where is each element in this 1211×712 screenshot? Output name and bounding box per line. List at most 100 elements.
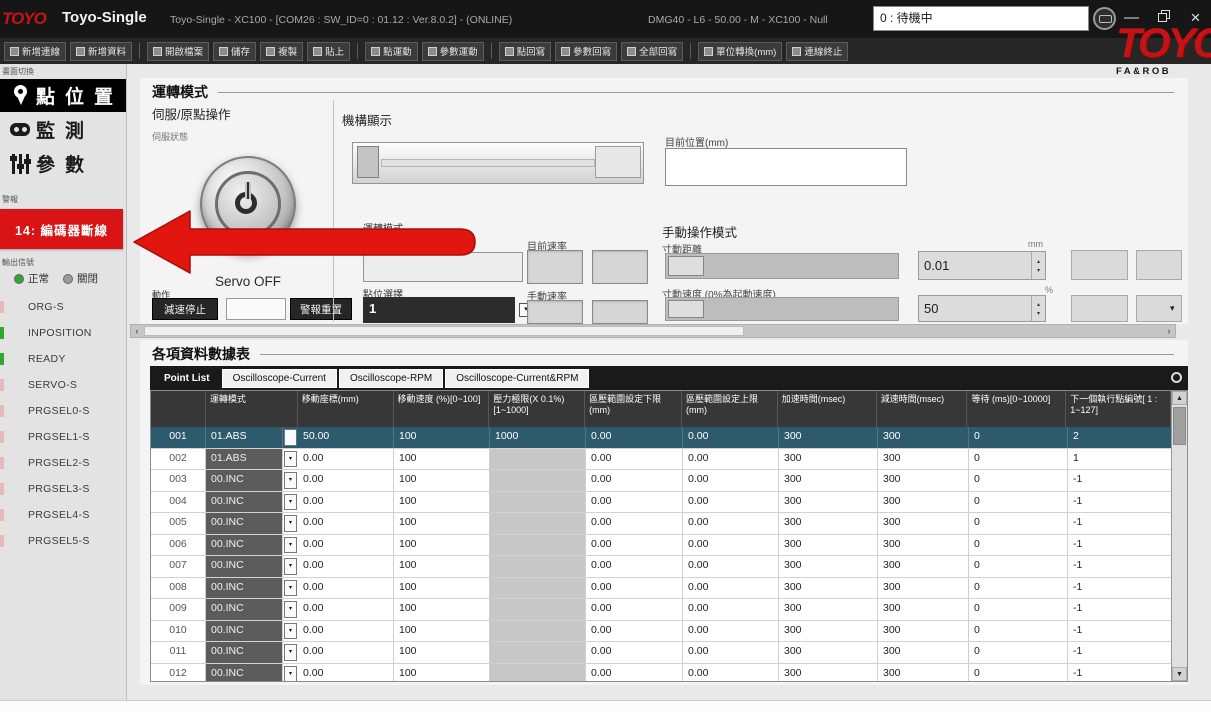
data-cell[interactable]: 0.00 [586,642,683,663]
close-button[interactable]: × [1182,5,1209,30]
data-cell[interactable]: 300 [878,492,969,513]
data-cell[interactable]: 2 [1068,427,1173,448]
mode-cell[interactable]: 00.INC [206,556,283,577]
mode-dropdown-button[interactable]: ▾ [284,472,297,489]
mode-dropdown-button[interactable]: ▾ [284,429,297,446]
mode-cell[interactable]: 00.INC [206,535,283,556]
data-cell[interactable]: 300 [878,642,969,663]
data-cell[interactable]: 300 [878,664,969,683]
message-icon[interactable] [1093,7,1116,30]
data-cell[interactable]: 100 [394,664,490,683]
data-cell[interactable]: 0.00 [298,556,394,577]
toolbar-button-link[interactable]: 新增連線 [4,42,66,61]
data-cell[interactable]: 0.00 [683,599,779,620]
jog-distance-spinner[interactable]: 0.01 ▴▾ [918,251,1046,280]
data-cell[interactable]: 100 [394,599,490,620]
data-cell[interactable]: 300 [779,535,878,556]
data-cell[interactable]: 0.00 [683,621,779,642]
data-cell[interactable]: 0.00 [298,535,394,556]
data-cell[interactable]: 0.00 [683,513,779,534]
mode-cell[interactable]: 01.ABS [206,449,283,470]
data-cell[interactable]: 300 [779,513,878,534]
data-cell[interactable] [490,492,586,513]
table-row[interactable]: 00700.INC▾0.001000.000.003003000-1 [151,556,1187,578]
data-cell[interactable]: 300 [878,556,969,577]
data-cell[interactable]: 300 [779,578,878,599]
table-row[interactable]: 01200.INC▾0.001000.000.003003000-1 [151,664,1187,683]
jog-speed-slider-thumb[interactable] [668,300,704,318]
scroll-left-icon[interactable]: ‹ [131,325,143,337]
data-cell[interactable] [490,513,586,534]
toolbar-button-paste[interactable]: 貼上 [307,42,350,61]
mode-dropdown-button[interactable]: ▾ [284,601,297,618]
toolbar-button-point-write[interactable]: 點回寫 [499,42,552,61]
data-cell[interactable]: -1 [1068,470,1173,491]
mode-dropdown-button[interactable]: ▾ [284,558,297,575]
data-cell[interactable]: 300 [878,427,969,448]
toolbar-button-save[interactable]: 儲存 [213,42,256,61]
data-cell[interactable]: 0 [969,513,1068,534]
data-cell[interactable]: 300 [878,578,969,599]
data-cell[interactable]: 100 [394,556,490,577]
mode-cell[interactable]: 00.INC [206,621,283,642]
mode-cell[interactable]: 00.INC [206,664,283,683]
data-cell[interactable]: 0.00 [683,427,779,448]
chevron-down-icon[interactable]: ▾ [1170,303,1175,314]
mode-cell[interactable]: 00.INC [206,599,283,620]
mode-cell[interactable]: 00.INC [206,470,283,491]
table-row[interactable]: 00900.INC▾0.001000.000.003003000-1 [151,599,1187,621]
table-row[interactable]: 01100.INC▾0.001000.000.003003000-1 [151,642,1187,664]
data-cell[interactable]: 0.00 [298,642,394,663]
jog-speed-slider[interactable] [665,297,899,321]
data-cell[interactable]: 0 [969,578,1068,599]
data-cell[interactable]: 0 [969,599,1068,620]
data-cell[interactable]: 1 [1068,449,1173,470]
data-cell[interactable]: 0.00 [683,556,779,577]
sidebar-item-pin[interactable]: 點位置 [0,79,126,112]
data-cell[interactable]: 100 [394,449,490,470]
toolbar-button-add-data[interactable]: 新增資料 [70,42,132,61]
data-cell[interactable]: 0 [969,449,1068,470]
data-cell[interactable]: 0.00 [683,642,779,663]
data-cell[interactable] [490,621,586,642]
data-cell[interactable] [490,664,586,683]
point-select-dropdown[interactable]: 1 [363,297,515,323]
data-cell[interactable]: 0 [969,621,1068,642]
mode-dropdown-button[interactable]: ▾ [284,666,297,683]
data-cell[interactable]: -1 [1068,535,1173,556]
data-cell[interactable]: 0.00 [298,664,394,683]
table-row[interactable]: 00300.INC▾0.001000.000.003003000-1 [151,470,1187,492]
servo-power-button[interactable] [200,156,296,252]
table-row[interactable]: 00201.ABS▾0.001000.000.0030030001 [151,449,1187,471]
spinner-arrows-icon[interactable]: ▴▾ [1031,252,1045,279]
data-cell[interactable]: 0.00 [586,470,683,491]
toolbar-button-open-folder[interactable]: 開啟檔案 [147,42,209,61]
data-cell[interactable]: -1 [1068,599,1173,620]
data-cell[interactable] [490,535,586,556]
data-cell[interactable]: 0.00 [586,513,683,534]
mode-dropdown-button[interactable]: ▾ [284,644,297,661]
data-cell[interactable]: 0.00 [298,449,394,470]
decel-stop-button[interactable]: 減速停止 [152,298,218,320]
data-cell[interactable]: -1 [1068,642,1173,663]
data-cell[interactable] [490,470,586,491]
data-cell[interactable]: 100 [394,427,490,448]
data-cell[interactable]: 0.00 [586,599,683,620]
mode-dropdown-button[interactable]: ▾ [284,537,297,554]
tab-oscilloscope-current[interactable]: Oscilloscope-Current [222,369,337,388]
mode-cell[interactable]: 00.INC [206,492,283,513]
table-row[interactable]: 00500.INC▾0.001000.000.003003000-1 [151,513,1187,535]
toolbar-button-unit-convert[interactable]: 單位轉換(mm) [698,42,782,61]
jog-distance-slider-thumb[interactable] [668,256,704,276]
mode-cell[interactable]: 00.INC [206,578,283,599]
data-cell[interactable]: 100 [394,492,490,513]
data-cell[interactable]: 0.00 [586,492,683,513]
data-cell[interactable]: 300 [779,621,878,642]
data-cell[interactable]: 300 [779,492,878,513]
data-cell[interactable]: 0 [969,642,1068,663]
horizontal-scrollbar[interactable]: ‹ › [130,324,1176,338]
data-cell[interactable]: 300 [878,599,969,620]
scroll-down-icon[interactable]: ▼ [1172,667,1187,681]
data-cell[interactable]: -1 [1068,664,1173,683]
mode-cell[interactable]: 00.INC [206,642,283,663]
